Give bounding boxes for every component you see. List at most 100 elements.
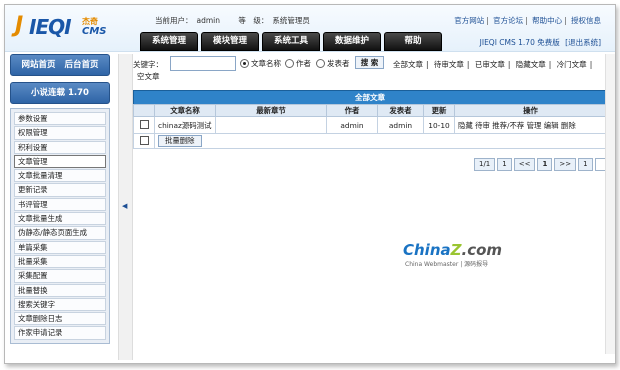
link-pending-articles[interactable]: 待审文章 — [434, 60, 464, 69]
link-cold-articles[interactable]: 冷门文章 — [557, 60, 587, 69]
level: 系统管理员 — [272, 16, 310, 25]
cell-author: admin — [326, 116, 378, 134]
logo-cms: CMS — [82, 26, 107, 37]
cell-latest-chapter — [215, 116, 327, 134]
select-all-checkbox[interactable] — [139, 135, 149, 145]
batch-row: 批量删除 — [133, 133, 607, 149]
sidebar-item-credits[interactable]: 积利设置 — [14, 140, 106, 154]
cell-article-name[interactable]: chinaz源码测试 — [154, 116, 216, 134]
watermark-logo: ChinaZ.com China Webmaster | 源码报导 — [403, 241, 513, 271]
sidebar-item-update-log[interactable]: 更新记录 — [14, 183, 106, 197]
select-all-cell — [133, 133, 155, 149]
watermark-main: ChinaZ.com — [403, 241, 503, 259]
radio-dot-selected-icon — [240, 59, 249, 68]
vertical-scrollbar[interactable] — [605, 54, 615, 354]
batch-delete-button[interactable]: 批量删除 — [158, 135, 202, 147]
table-title: 全部文章 — [133, 90, 607, 105]
tab-data[interactable]: 数据维护 — [323, 32, 381, 51]
sidebar-item-search-keywords[interactable]: 搜索关键字 — [14, 297, 106, 312]
link-help[interactable]: 帮助中心 — [532, 16, 562, 25]
table-header-row: 文章名称 最新章节 作者 发表者 更新 操作 — [133, 104, 607, 117]
header-author: 作者 — [326, 104, 378, 117]
sidebar-item-collect-config[interactable]: 采集配置 — [14, 269, 106, 283]
nav-admin-home[interactable]: 后台首页 — [64, 60, 98, 70]
header-latest-chapter: 最新章节 — [215, 104, 327, 117]
link-license[interactable]: 授权信息 — [571, 16, 601, 25]
cell-poster: admin — [377, 116, 424, 134]
sidebar-toggle-bar[interactable]: ◀ — [118, 54, 133, 360]
level-label: 等 级： — [238, 16, 269, 25]
search-button[interactable]: 搜 索 — [355, 56, 384, 69]
watermark-sub: China Webmaster | 源码报导 — [405, 261, 489, 268]
batch-actions-cell: 批量删除 — [154, 133, 607, 149]
logo-j: J — [15, 13, 23, 38]
header-article-name: 文章名称 — [154, 104, 216, 117]
sidebar-item-static-pages[interactable]: 伪静态/静态页面生成 — [14, 226, 106, 240]
tab-help[interactable]: 帮助 — [384, 32, 442, 51]
sidebar-item-batch-generate[interactable]: 文章批量生成 — [14, 212, 106, 226]
top-links: 官方网站 | 官方论坛 | 帮助中心 | 授权信息 — [454, 16, 601, 25]
link-empty-articles[interactable]: 空文章 — [137, 71, 160, 82]
radio-author[interactable]: 作者 — [285, 58, 311, 69]
page-first[interactable]: 1 — [497, 158, 512, 171]
sidebar-item-delete-log[interactable]: 文章删除日志 — [14, 312, 106, 326]
cell-actions[interactable]: 隐藏 待审 推荐/不荐 管理 编辑 删除 — [454, 116, 607, 134]
link-all-articles[interactable]: 全部文章 — [393, 60, 423, 69]
radio-dot-icon — [285, 59, 294, 68]
page-prev[interactable]: << — [513, 158, 536, 171]
sidebar-item-author-applications[interactable]: 作家申请记录 — [14, 326, 106, 340]
pagination: 1/1 1 << 1 >> 1 — [474, 158, 615, 171]
sidebar-item-reviews[interactable]: 书评管理 — [14, 197, 106, 212]
user-info: 当前用户： admin 等 级： 系统管理员 — [155, 15, 314, 26]
link-hidden-articles[interactable]: 隐藏文章 — [516, 60, 546, 69]
sidebar-top-nav: 网站首页 后台首页 — [10, 54, 110, 76]
main-content: 关键字： 文章名称 作者 发表者 搜 索 全部文章 | 待审文章 | 已审文章 | 隐… — [133, 54, 615, 354]
sidebar-item-single-collect[interactable]: 单篇采集 — [14, 240, 106, 254]
radio-poster[interactable]: 发表者 — [316, 58, 350, 69]
sidebar-item-params[interactable]: 参数设置 — [14, 112, 106, 126]
radio-dot-icon — [316, 59, 325, 68]
version-info: JIEQI CMS 1.70 免费版 [退出系统] — [480, 37, 601, 48]
page-of: 1/1 — [474, 158, 496, 171]
radio-label-author: 作者 — [296, 59, 311, 68]
sidebar: 网站首页 后台首页 小说连载 1.70 参数设置 权限管理 积利设置 文章管理 … — [10, 54, 110, 354]
row-checkbox-cell — [133, 116, 155, 134]
current-user-label: 当前用户： — [155, 16, 193, 25]
tab-tools[interactable]: 系统工具 — [262, 32, 320, 51]
version-text: JIEQI CMS 1.70 免费版 — [479, 38, 560, 47]
page-next[interactable]: >> — [554, 158, 577, 171]
keyword-label: 关键字： — [133, 60, 163, 69]
nav-site-home[interactable]: 网站首页 — [22, 60, 56, 70]
logo[interactable]: J IEQI 杰奇 CMS — [15, 13, 125, 43]
table-row: chinaz源码测试 admin admin 10-10 隐藏 待审 推荐/不荐… — [133, 116, 607, 134]
module-title: 小说连载 1.70 — [10, 82, 110, 104]
sidebar-item-batch-collect[interactable]: 批量采集 — [14, 254, 106, 269]
row-checkbox[interactable] — [139, 119, 149, 129]
article-filter-links: 全部文章 | 待审文章 | 已审文章 | 隐藏文章 | 冷门文章 | — [393, 60, 593, 69]
radio-label-poster: 发表者 — [327, 59, 350, 68]
link-forum[interactable]: 官方论坛 — [493, 16, 523, 25]
current-user: admin — [196, 16, 221, 25]
collapse-arrow-icon[interactable]: ◀ — [122, 202, 127, 210]
main-tabs: 系统管理 模块管理 系统工具 数据维护 帮助 — [140, 32, 445, 51]
header-checkbox-col — [133, 104, 155, 117]
link-approved-articles[interactable]: 已审文章 — [475, 60, 505, 69]
header-updated: 更新 — [423, 104, 455, 117]
link-official-site[interactable]: 官方网站 — [454, 16, 484, 25]
keyword-input[interactable] — [170, 56, 236, 71]
logo-ieqi: IEQI — [29, 15, 72, 39]
page-last[interactable]: 1 — [578, 158, 593, 171]
radio-article-name[interactable]: 文章名称 — [240, 58, 281, 69]
page-current: 1 — [537, 158, 553, 171]
sidebar-item-batch-clean[interactable]: 文章批量清理 — [14, 169, 106, 183]
sidebar-item-permissions[interactable]: 权限管理 — [14, 126, 106, 140]
sidebar-item-articles[interactable]: 文章管理 — [14, 154, 106, 169]
tab-modules[interactable]: 模块管理 — [201, 32, 259, 51]
logout-link[interactable]: [退出系统] — [565, 38, 601, 47]
radio-label-article-name: 文章名称 — [251, 59, 281, 68]
window-frame: J IEQI 杰奇 CMS 当前用户： admin 等 级： 系统管理员 官方网站 |… — [4, 4, 616, 364]
articles-table: 文章名称 最新章节 作者 发表者 更新 操作 chinaz源码测试 admin … — [133, 104, 607, 149]
header-actions: 操作 — [454, 104, 607, 117]
sidebar-item-batch-replace[interactable]: 批量替换 — [14, 283, 106, 297]
tab-system[interactable]: 系统管理 — [140, 32, 198, 51]
